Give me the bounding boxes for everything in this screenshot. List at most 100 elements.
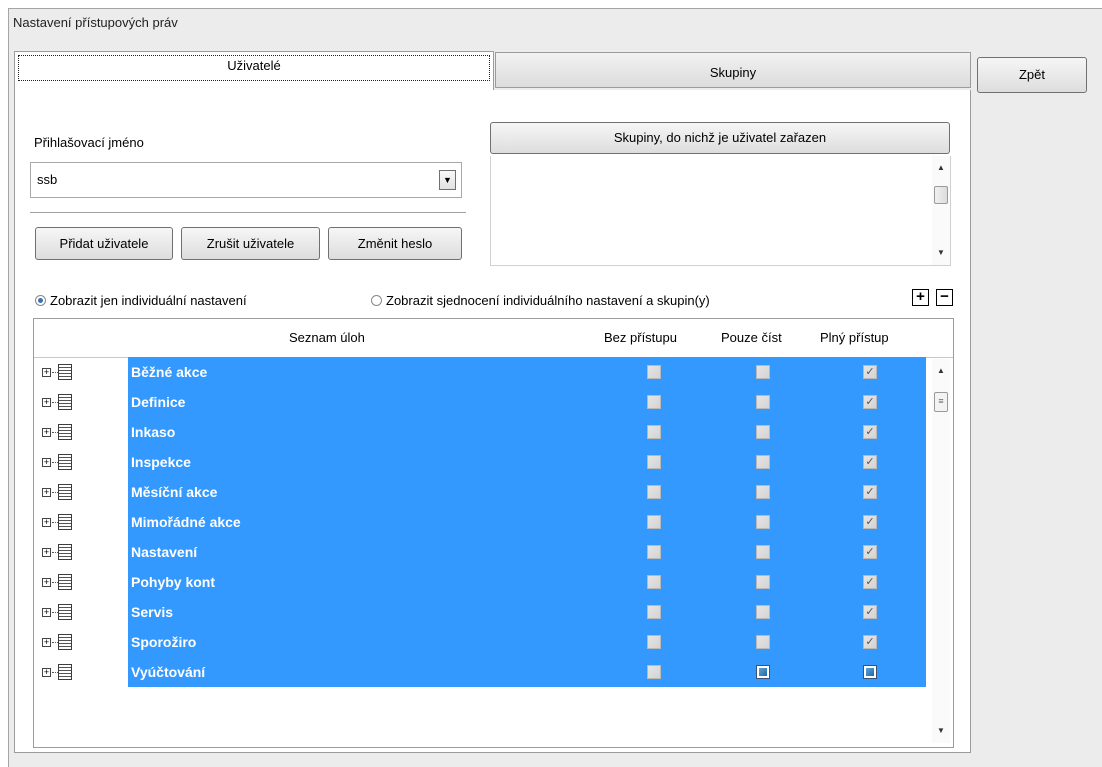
table-row[interactable]: + Servis ✓: [34, 597, 953, 627]
no-access-checkbox[interactable]: [647, 635, 661, 649]
expand-icon[interactable]: +: [42, 518, 51, 527]
task-name[interactable]: Inkaso: [128, 417, 926, 447]
no-access-checkbox[interactable]: [647, 425, 661, 439]
table-row[interactable]: + Mimořádné akce ✓: [34, 507, 953, 537]
table-row[interactable]: + Sporožiro ✓: [34, 627, 953, 657]
column-header-read-only[interactable]: Pouze číst: [721, 330, 782, 345]
task-list-icon: [58, 424, 72, 440]
radio-selected-icon: [35, 294, 46, 306]
no-access-checkbox[interactable]: [647, 605, 661, 619]
task-name[interactable]: Sporožiro: [128, 627, 926, 657]
change-password-button[interactable]: Změnit heslo: [328, 227, 462, 260]
full-access-checkbox[interactable]: [863, 665, 877, 679]
no-access-checkbox[interactable]: [647, 515, 661, 529]
collapse-all-button[interactable]: −: [936, 289, 953, 306]
expand-icon[interactable]: +: [42, 608, 51, 617]
full-access-checkbox[interactable]: ✓: [863, 575, 877, 589]
task-name[interactable]: Inspekce: [128, 447, 926, 477]
task-name[interactable]: Měsíční akce: [128, 477, 926, 507]
login-name-select[interactable]: ssb ▼: [30, 162, 462, 198]
user-groups-list[interactable]: ▲ ▼: [490, 156, 951, 266]
table-row[interactable]: + Měsíční akce ✓: [34, 477, 953, 507]
table-row[interactable]: + Vyúčtování: [34, 657, 953, 687]
back-button[interactable]: Zpět: [977, 57, 1087, 93]
task-name[interactable]: Definice: [128, 387, 926, 417]
expand-icon[interactable]: +: [42, 578, 51, 587]
tab-groups[interactable]: Skupiny: [495, 52, 971, 88]
no-access-checkbox[interactable]: [647, 365, 661, 379]
expand-icon[interactable]: +: [42, 668, 51, 677]
scroll-up-icon[interactable]: ▲: [932, 363, 950, 379]
expand-icon[interactable]: +: [42, 398, 51, 407]
full-access-checkbox[interactable]: ✓: [863, 485, 877, 499]
read-only-checkbox[interactable]: [756, 545, 770, 559]
check-icon: ✓: [865, 426, 875, 438]
table-row[interactable]: + Inkaso ✓: [34, 417, 953, 447]
read-only-checkbox[interactable]: [756, 575, 770, 589]
user-groups-header-button[interactable]: Skupiny, do nichž je uživatel zařazen: [490, 122, 950, 154]
expand-icon[interactable]: +: [42, 368, 51, 377]
task-name[interactable]: Nastavení: [128, 537, 926, 567]
read-only-checkbox[interactable]: [756, 395, 770, 409]
no-access-checkbox[interactable]: [647, 395, 661, 409]
full-access-checkbox[interactable]: ✓: [863, 545, 877, 559]
read-only-checkbox[interactable]: [756, 485, 770, 499]
full-access-checkbox[interactable]: ✓: [863, 425, 877, 439]
read-only-checkbox[interactable]: [756, 665, 770, 679]
table-row[interactable]: + Nastavení ✓: [34, 537, 953, 567]
task-name[interactable]: Běžné akce: [128, 357, 926, 387]
full-access-checkbox[interactable]: ✓: [863, 515, 877, 529]
chevron-down-icon[interactable]: ▼: [439, 170, 456, 190]
delete-user-label: Zrušit uživatele: [206, 236, 295, 251]
radio-unselected-icon: [371, 294, 382, 306]
full-access-checkbox[interactable]: ✓: [863, 605, 877, 619]
check-icon: ✓: [865, 636, 875, 648]
read-only-checkbox[interactable]: [756, 515, 770, 529]
read-only-checkbox[interactable]: [756, 455, 770, 469]
read-only-checkbox[interactable]: [756, 365, 770, 379]
task-name[interactable]: Mimořádné akce: [128, 507, 926, 537]
scroll-thumb[interactable]: [934, 186, 948, 204]
column-header-no-access[interactable]: Bez přístupu: [604, 330, 677, 345]
task-name[interactable]: Servis: [128, 597, 926, 627]
table-row[interactable]: + Inspekce ✓: [34, 447, 953, 477]
scroll-down-icon[interactable]: ▼: [932, 723, 950, 739]
divider: [30, 212, 466, 214]
task-name[interactable]: Pohyby kont: [128, 567, 926, 597]
no-access-checkbox[interactable]: [647, 575, 661, 589]
column-header-full-access[interactable]: Plný přístup: [820, 330, 889, 345]
expand-icon[interactable]: +: [42, 548, 51, 557]
no-access-checkbox[interactable]: [647, 665, 661, 679]
expand-all-button[interactable]: +: [912, 289, 929, 306]
full-access-checkbox[interactable]: ✓: [863, 635, 877, 649]
no-access-checkbox[interactable]: [647, 545, 661, 559]
radio-union-settings[interactable]: Zobrazit sjednocení individuálního nasta…: [371, 291, 710, 309]
table-row[interactable]: + Pohyby kont ✓: [34, 567, 953, 597]
scroll-up-icon[interactable]: ▲: [932, 160, 950, 176]
no-access-checkbox[interactable]: [647, 485, 661, 499]
scroll-down-icon[interactable]: ▼: [932, 245, 950, 261]
radio-individual-settings[interactable]: Zobrazit jen individuální nastavení: [35, 291, 247, 309]
read-only-checkbox[interactable]: [756, 635, 770, 649]
groups-scrollbar[interactable]: ▲ ▼: [932, 156, 950, 265]
no-access-checkbox[interactable]: [647, 455, 661, 469]
delete-user-button[interactable]: Zrušit uživatele: [181, 227, 320, 260]
add-user-button[interactable]: Přidat uživatele: [35, 227, 173, 260]
expand-icon[interactable]: +: [42, 638, 51, 647]
expand-icon[interactable]: +: [42, 488, 51, 497]
expand-icon[interactable]: +: [42, 458, 51, 467]
read-only-checkbox[interactable]: [756, 425, 770, 439]
full-access-checkbox[interactable]: ✓: [863, 395, 877, 409]
task-list-icon: [58, 364, 72, 380]
task-name[interactable]: Vyúčtování: [128, 657, 926, 687]
grid-scrollbar[interactable]: ▲ ≡ ▼: [932, 359, 950, 743]
tab-users[interactable]: Uživatelé: [14, 51, 494, 91]
scroll-thumb[interactable]: ≡: [934, 392, 948, 412]
read-only-checkbox[interactable]: [756, 605, 770, 619]
expand-icon[interactable]: +: [42, 428, 51, 437]
full-access-checkbox[interactable]: ✓: [863, 365, 877, 379]
column-header-tasks[interactable]: Seznam úloh: [289, 330, 365, 345]
full-access-checkbox[interactable]: ✓: [863, 455, 877, 469]
table-row[interactable]: + Definice ✓: [34, 387, 953, 417]
table-row[interactable]: + Běžné akce ✓: [34, 357, 953, 387]
